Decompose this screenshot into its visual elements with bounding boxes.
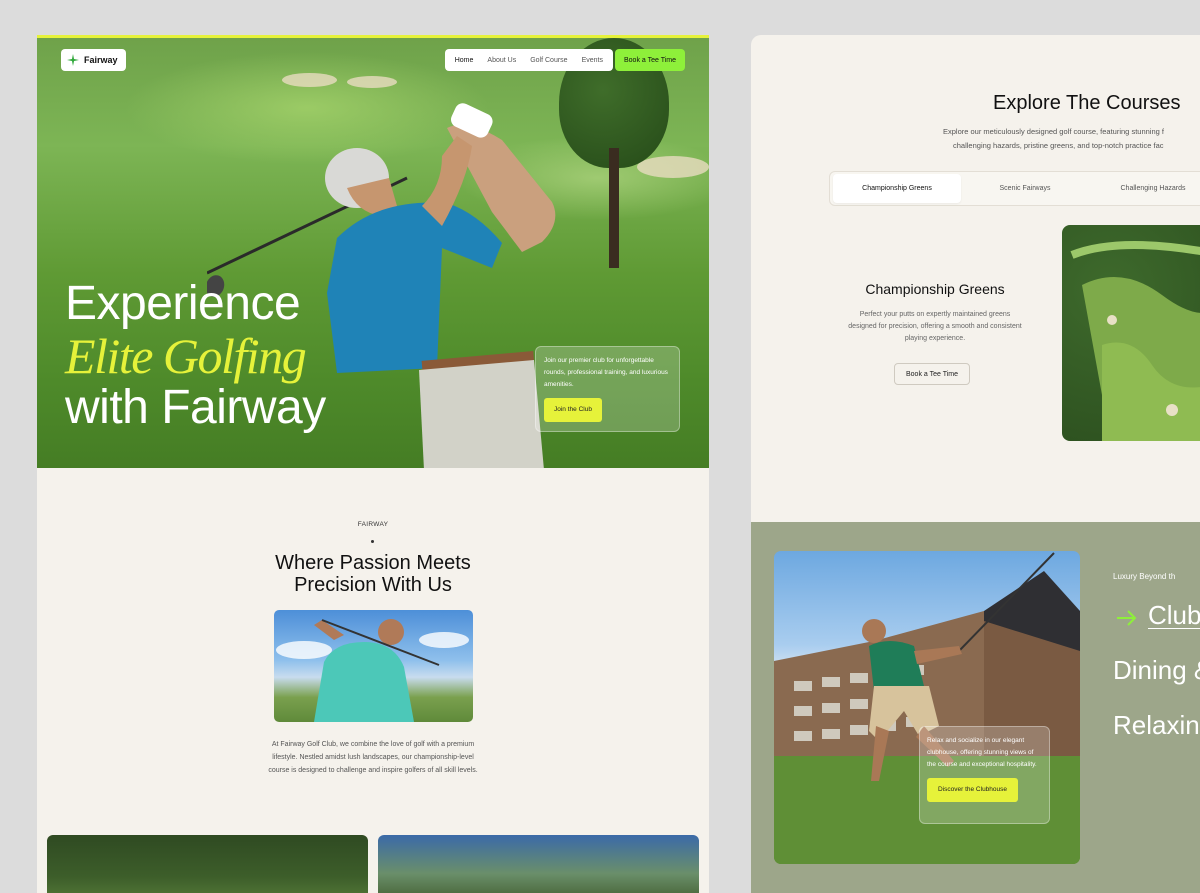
main-nav: Home About Us Golf Course Events Book a … (444, 49, 685, 71)
gallery-photo (47, 835, 368, 893)
course-tabs: Championship Greens Scenic Fairways Chal… (829, 171, 1200, 206)
about-text: At Fairway Golf Club, we combine the lov… (268, 741, 478, 774)
sparkle-logo-icon (67, 54, 79, 66)
logo-text: Fairway (84, 55, 118, 65)
courses-description-line1: Explore our meticulously designed golf c… (943, 127, 1164, 136)
tab-challenging-hazards[interactable]: Challenging Hazards (1089, 174, 1200, 203)
arrow-right-icon (1117, 610, 1137, 626)
hero-title-line3: with Fairway (65, 381, 326, 434)
course-title: Championship Greens (865, 281, 1005, 297)
courses-title: Explore The Courses (993, 92, 1181, 114)
hero-title: Experience Elite Golfing with Fairway (65, 278, 326, 434)
hero-title-line1: Experience (65, 277, 301, 330)
hero-section: Fairway Home About Us Golf Course Events… (37, 38, 709, 468)
nav-golf-course[interactable]: Golf Course (530, 57, 567, 64)
course-book-button[interactable]: Book a Tee Time (894, 363, 971, 385)
about-section: FAIRWAY Where Passion Meets Precision Wi… (37, 468, 709, 893)
about-title-line2: Precision With Us (294, 574, 452, 596)
nav-about-us[interactable]: About Us (487, 57, 516, 64)
nav-events[interactable]: Events (582, 57, 603, 64)
homepage-preview: Fairway Home About Us Golf Course Events… (37, 35, 709, 893)
hero-cta-text: Join our premier club for unforgettable … (544, 357, 668, 388)
courses-description: Explore our meticulously designed golf c… (943, 125, 1164, 153)
club-eyebrow: Luxury Beyond th (1113, 572, 1176, 581)
tab-scenic-fairways[interactable]: Scenic Fairways (961, 174, 1089, 203)
clubhouse-card: Relax and socialize in our elegant clubh… (919, 726, 1050, 824)
sand-bunker (347, 76, 397, 88)
about-photo (274, 610, 473, 722)
course-description: Perfect your putts on expertly maintaine… (848, 311, 1022, 342)
courses-preview: Explore The Courses Explore our meticulo… (751, 35, 1200, 893)
courses-description-line2: challenging hazards, pristine greens, an… (953, 141, 1164, 150)
logo[interactable]: Fairway (61, 49, 126, 71)
hero-title-line2: Elite Golfing (65, 328, 307, 384)
clubhouse-card-text: Relax and socialize in our elegant clubh… (927, 737, 1037, 768)
aerial-course-photo (1062, 225, 1200, 441)
club-item-relaxing[interactable]: Relaxin (1113, 710, 1200, 741)
tab-championship-greens[interactable]: Championship Greens (833, 174, 961, 203)
nav-links: Home About Us Golf Course Events (444, 49, 613, 71)
join-club-button[interactable]: Join the Club (544, 398, 602, 422)
nav-home[interactable]: Home (455, 57, 474, 64)
clubhouse-section: Relax and socialize in our elegant clubh… (751, 522, 1200, 893)
club-item-dining[interactable]: Dining & (1113, 655, 1200, 686)
about-eyebrow: FAIRWAY (357, 521, 389, 528)
book-tee-time-button[interactable]: Book a Tee Time (614, 49, 685, 71)
hero-cta-card: Join our premier club for unforgettable … (535, 346, 680, 432)
canvas: Fairway Home About Us Golf Course Events… (0, 0, 1200, 893)
about-title-line1: Where Passion Meets (275, 552, 471, 574)
divider-dot (371, 540, 374, 543)
club-item-club[interactable]: Club (1148, 600, 1200, 631)
discover-clubhouse-button[interactable]: Discover the Clubhouse (927, 778, 1019, 802)
sand-bunker (282, 73, 337, 87)
about-title: Where Passion Meets Precision With Us (37, 552, 709, 596)
gallery-photo (378, 835, 699, 893)
